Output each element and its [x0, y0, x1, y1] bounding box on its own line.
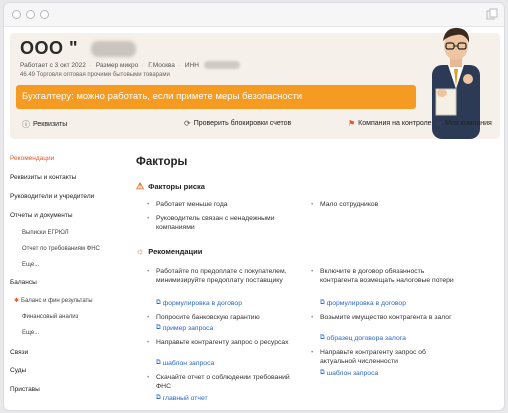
rec-text: Возьмите имущество контрагента в залог [320, 314, 452, 321]
sidebar-item-recommendations[interactable]: Рекомендации [10, 155, 54, 162]
sidebar-item-bailiffs[interactable]: Приставы [10, 386, 40, 393]
sidebar-item-courts[interactable]: Суды [10, 367, 26, 374]
toolbar: ⓘ Реквизиты ⟳ Проверить блокировки счето… [10, 115, 500, 133]
sidebar-item-more[interactable]: Еще... [22, 330, 39, 336]
rec-link[interactable]: ⧉ главный отчет [156, 394, 208, 402]
company-city: Г.Москва [148, 61, 175, 69]
rec-link-label: шаблон запроса [326, 369, 379, 377]
sidebar-item-reports[interactable]: Отчеты и документы [10, 212, 73, 219]
rec-link[interactable]: ⧉ образец договора залога [320, 334, 406, 342]
sun-icon: ☼ [136, 246, 145, 256]
list-item: • Работайте по предоплате с покупателем, … [147, 268, 287, 284]
sidebar-item-fns-report[interactable]: Отчет по требованиям ФНС [22, 246, 100, 252]
sidebar-item-balance-fin[interactable]: ✱ Баланс и фин результаты [14, 297, 93, 304]
rec-link-label: шаблон запроса [162, 359, 215, 367]
registered-date: Работает с 3 окт 2022 [20, 61, 86, 69]
star-icon: ☆ [435, 119, 443, 128]
list-item: • Попросите банковскую гарантию [147, 314, 260, 321]
rec-text: Направьте контрагенту запрос о ресурсах [156, 339, 289, 346]
rec-link[interactable]: ⧉ формулировка в договор [320, 299, 406, 307]
sidebar-item-managers[interactable]: Руководители и учредители [10, 193, 94, 200]
rec-link[interactable]: ⧉ шаблон запроса [156, 359, 214, 367]
sidebar-item-links[interactable]: Связи [10, 349, 28, 356]
risk-icon: ⚠ [136, 181, 145, 191]
link-icon: ⧉ [320, 369, 325, 376]
okved-text: 46.49 Торговля оптовая прочими бытовыми … [20, 72, 170, 78]
link-icon: ⧉ [320, 334, 325, 341]
check-blocks-label: Проверить блокировки счетов [193, 120, 292, 127]
browser-window: ООО " Работает с 3 окт 2022 · Размер микр… [3, 2, 505, 411]
check-blocks-button[interactable]: ⟳ Проверить блокировки счетов [184, 119, 291, 128]
page-title: Факторы [136, 156, 188, 168]
sidebar-item-egrul[interactable]: Выписки ЕГРЮЛ [22, 230, 69, 236]
rec-link[interactable]: ⧉ формулировка в договор [156, 299, 242, 307]
my-company-button[interactable]: ☆ Моя компания [435, 119, 492, 128]
under-control-label: Компания на контроле [358, 120, 432, 127]
sidebar-item-more[interactable]: Еще... [22, 262, 39, 268]
list-item: • Работает меньше года [147, 201, 228, 208]
rec-title: Рекомендации [148, 246, 203, 256]
warning-icon: ✱ [14, 298, 20, 304]
list-item: • Скачайте отчет о соблюдении требований … [147, 374, 290, 390]
company-header: ООО " Работает с 3 окт 2022 · Размер микр… [10, 27, 500, 139]
redacted-name [91, 41, 136, 57]
info-circle-icon: ⓘ [22, 120, 30, 129]
sidebar-item-balance-fin-label: Баланс и фин результаты [21, 298, 93, 304]
window-dot-icon[interactable] [40, 10, 49, 19]
rec-link-label: пример запроса [162, 324, 214, 332]
window-dot-icon[interactable] [12, 10, 21, 19]
list-item: • Включите в договор обязанность контраге… [311, 268, 454, 284]
risk-text: Руководитель связан с ненадежными компан… [156, 215, 275, 231]
rec-text: Скачайте отчет о соблюдении требований Ф… [156, 374, 290, 390]
link-icon: ⧉ [156, 394, 161, 401]
rec-link[interactable]: ⧉ шаблон запроса [320, 369, 378, 377]
rec-text: Направьте контрагенту запрос об актуальн… [320, 349, 426, 365]
link-icon: ⧉ [320, 299, 325, 306]
rec-link[interactable]: ⧉ пример запроса [156, 324, 213, 332]
rec-link-label: образец договора залога [326, 334, 406, 342]
link-icon: ⧉ [156, 299, 161, 306]
list-item: • Направьте контрагенту запрос о ресурсах [147, 339, 289, 346]
risk-factors-heading: ⚠ Факторы риска [136, 181, 205, 192]
redacted-inn [203, 61, 240, 69]
under-control-button[interactable]: ⚑ Компания на контроле [348, 119, 432, 128]
risk-title: Факторы риска [148, 182, 205, 191]
risk-text: Мало сотрудников [320, 201, 379, 208]
sidebar-item-fin-analysis[interactable]: Финансовый анализ [22, 314, 78, 320]
rec-link-label: формулировка в договор [162, 299, 242, 307]
rec-text: Работайте по предоплате с покупателем, м… [156, 268, 287, 284]
link-icon: ⧉ [156, 324, 161, 331]
recommendations-heading: ☼ Рекомендации [136, 246, 202, 256]
risk-text: Работает меньше года [156, 201, 228, 208]
inn-label: ИНН [184, 61, 199, 69]
sidebar-item-requisites[interactable]: Реквизиты и контакты [10, 174, 76, 181]
company-size: Размер микро [95, 61, 139, 69]
requisites-button[interactable]: ⓘ Реквизиты [22, 119, 67, 130]
rec-text: Включите в договор обязанность контраген… [320, 268, 454, 284]
list-item: • Направьте контрагенту запрос об актуаль… [311, 349, 426, 365]
warning-banner: Бухгалтеру: можно работать, если примете… [16, 85, 416, 109]
company-meta: Работает с 3 окт 2022 · Размер микро · Г.М… [20, 61, 243, 69]
list-item: • Руководитель связан с ненадежными компа… [147, 215, 275, 231]
refresh-icon: ⟳ [184, 119, 191, 128]
rec-link-label: главный отчет [162, 394, 208, 402]
window-dot-icon[interactable] [26, 10, 35, 19]
link-icon: ⧉ [156, 359, 161, 366]
list-item: • Возьмите имущество контрагента в залог [311, 314, 452, 321]
company-name: ООО " [20, 38, 79, 58]
rec-link-label: формулировка в договор [326, 299, 406, 307]
rec-text: Попросите банковскую гарантию [156, 314, 260, 321]
list-item: • Мало сотрудников [311, 201, 379, 208]
sidebar-item-balances[interactable]: Балансы [10, 279, 37, 286]
requisites-label: Реквизиты [33, 121, 68, 128]
flag-icon: ⚑ [348, 119, 356, 128]
my-company-label: Моя компания [445, 120, 492, 127]
